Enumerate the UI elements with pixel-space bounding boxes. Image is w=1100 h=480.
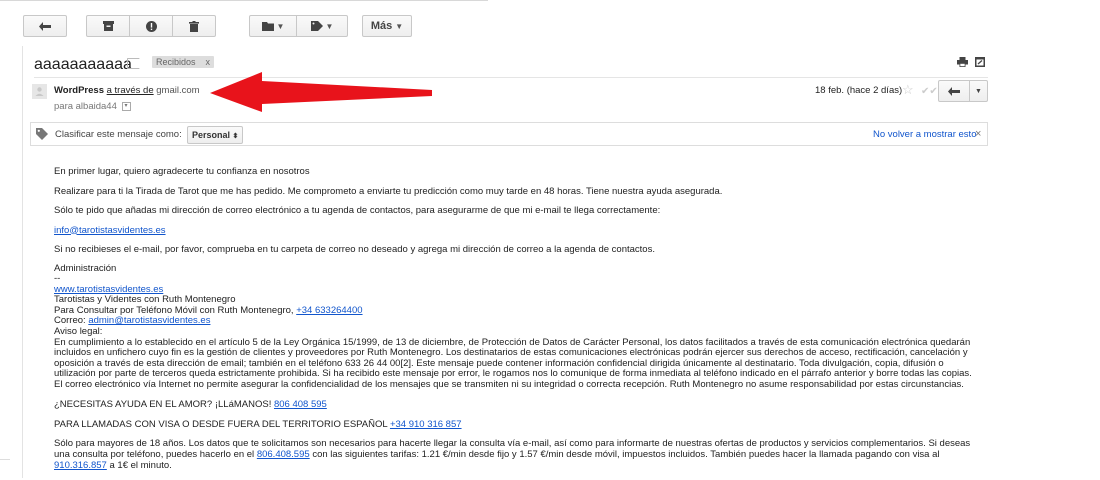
final-phone-link-2[interactable]: 910.316.857 <box>54 460 107 471</box>
label-chip-text: Recibidos <box>156 57 196 67</box>
visa-text: PARA LLAMADAS CON VISA O DESDE FUERA DEL… <box>54 418 388 430</box>
body-paragraph: Sólo para mayores de 18 años. Los datos … <box>54 438 979 471</box>
category-select-value: Personal <box>192 130 231 140</box>
move-to-button[interactable]: ▼ <box>249 15 297 37</box>
email-subject: aaaaaaaaaaa <box>34 56 132 73</box>
body-paragraph: Sólo te pido que añadas mi dirección de … <box>54 205 661 216</box>
category-select[interactable]: Personal ⬍ <box>187 126 244 144</box>
signature-phone-text: Para Consultar por Teléfono Móvil con Ru… <box>54 304 294 316</box>
folder-icon <box>261 21 274 31</box>
labels-button[interactable]: ▼ <box>296 15 348 37</box>
sender-domain: gmail.com <box>156 85 200 96</box>
email-date: 18 feb. (hace 2 días) <box>815 85 903 96</box>
left-divider <box>22 46 23 478</box>
bottom-divider <box>0 459 10 460</box>
chevron-down-icon: ▼ <box>395 21 404 31</box>
recipient-details-icon[interactable]: ▾ <box>121 101 131 111</box>
signature-dashes: -- <box>54 273 61 285</box>
signature: Administración -- www.tarotistasvidentes… <box>54 262 979 391</box>
sender-via-link[interactable]: a través de <box>107 85 154 96</box>
signature-admin: Administración <box>54 262 117 274</box>
visa-phone-link[interactable]: +34 910 316 857 <box>390 419 462 430</box>
header-divider <box>34 77 988 78</box>
classify-bar: Clasificar este mensaje como: Personal ⬍… <box>30 122 988 146</box>
spam-icon <box>145 20 157 32</box>
body-paragraph: ¿NECESITAS AYUDA EN EL AMOR? ¡LLáMANOS! … <box>54 399 979 410</box>
trash-icon <box>189 20 199 32</box>
email-body: En primer lugar, quiero agradecerte tu c… <box>54 166 979 480</box>
website-link[interactable]: www.tarotistasvidentes.es <box>54 284 163 295</box>
star-icon[interactable]: ☆ <box>902 82 914 98</box>
label-remove-icon[interactable]: x <box>206 57 211 67</box>
phone-link[interactable]: +34 633264400 <box>296 305 362 316</box>
dont-show-again-link[interactable]: No volver a mostrar esto <box>873 129 976 140</box>
sender-line: WordPress a través de gmail.com <box>54 85 200 96</box>
contact-email-link[interactable]: info@tarotistasvidentes.es <box>54 225 166 236</box>
archive-icon <box>102 21 114 31</box>
back-button[interactable] <box>23 15 67 37</box>
final-text-c: a 1€ el minuto. <box>109 460 172 472</box>
final-text-b: con las siguientes tarifas: 1.21 €/min d… <box>312 449 940 461</box>
classify-prompt: Clasificar este mensaje como: <box>55 129 182 140</box>
more-button[interactable]: Más ▼ <box>362 15 412 37</box>
delete-button[interactable] <box>172 15 216 37</box>
reply-button[interactable] <box>938 80 970 102</box>
archive-button[interactable] <box>86 15 130 37</box>
admin-email-link[interactable]: admin@tarotistasvidentes.es <box>88 315 210 327</box>
tag-icon <box>36 128 48 140</box>
report-spam-button[interactable] <box>129 15 173 37</box>
body-paragraph: info@tarotistasvidentes.es <box>54 225 979 236</box>
toolbar: ▼ ▼ Más ▼ <box>0 15 1100 39</box>
importance-marker-icon[interactable] <box>127 58 140 69</box>
avatar <box>32 84 47 99</box>
more-button-label: Más <box>370 20 393 32</box>
reply-icon <box>948 86 960 96</box>
more-actions-button[interactable]: ▼ <box>969 80 988 102</box>
signature-correo-line: Correo: admin@tarotistasvidentes.es <box>54 316 979 327</box>
correo-label: Correo: <box>54 315 86 327</box>
chevron-down-icon: ▼ <box>975 87 982 95</box>
legal-text: En cumplimiento a lo establecido en el a… <box>54 336 972 391</box>
print-icon[interactable] <box>957 57 968 67</box>
chevron-down-icon: ▼ <box>325 21 334 31</box>
body-paragraph: Si no recibieses el e-mail, por favor, c… <box>54 244 655 255</box>
double-check-icon: ✔✔ <box>921 86 938 97</box>
select-arrows-icon: ⬍ <box>232 133 239 140</box>
person-icon <box>35 87 44 96</box>
new-window-icon[interactable] <box>975 57 985 67</box>
body-paragraph: Realizare para ti la Tirada de Tarot que… <box>54 185 723 197</box>
back-arrow-icon <box>39 21 51 31</box>
close-icon[interactable]: × <box>975 128 981 140</box>
chevron-down-icon: ▼ <box>276 21 285 31</box>
recipient-text: para albaida44 <box>54 101 117 112</box>
recipient-line: para albaida44 ▾ <box>54 101 131 112</box>
body-paragraph: En primer lugar, quiero agradecerte tu c… <box>54 166 310 177</box>
top-divider <box>0 0 488 1</box>
amor-phone-link[interactable]: 806 408 595 <box>274 399 327 410</box>
label-tag-icon <box>310 21 323 31</box>
label-chip-inbox[interactable]: Recibidos x <box>152 56 215 68</box>
final-phone-link-1[interactable]: 806.408.595 <box>257 449 310 460</box>
sender-name[interactable]: WordPress <box>54 85 104 96</box>
body-paragraph: PARA LLAMADAS CON VISA O DESDE FUERA DEL… <box>54 419 979 430</box>
amor-text: ¿NECESITAS AYUDA EN EL AMOR? ¡LLáMANOS! <box>54 399 272 411</box>
